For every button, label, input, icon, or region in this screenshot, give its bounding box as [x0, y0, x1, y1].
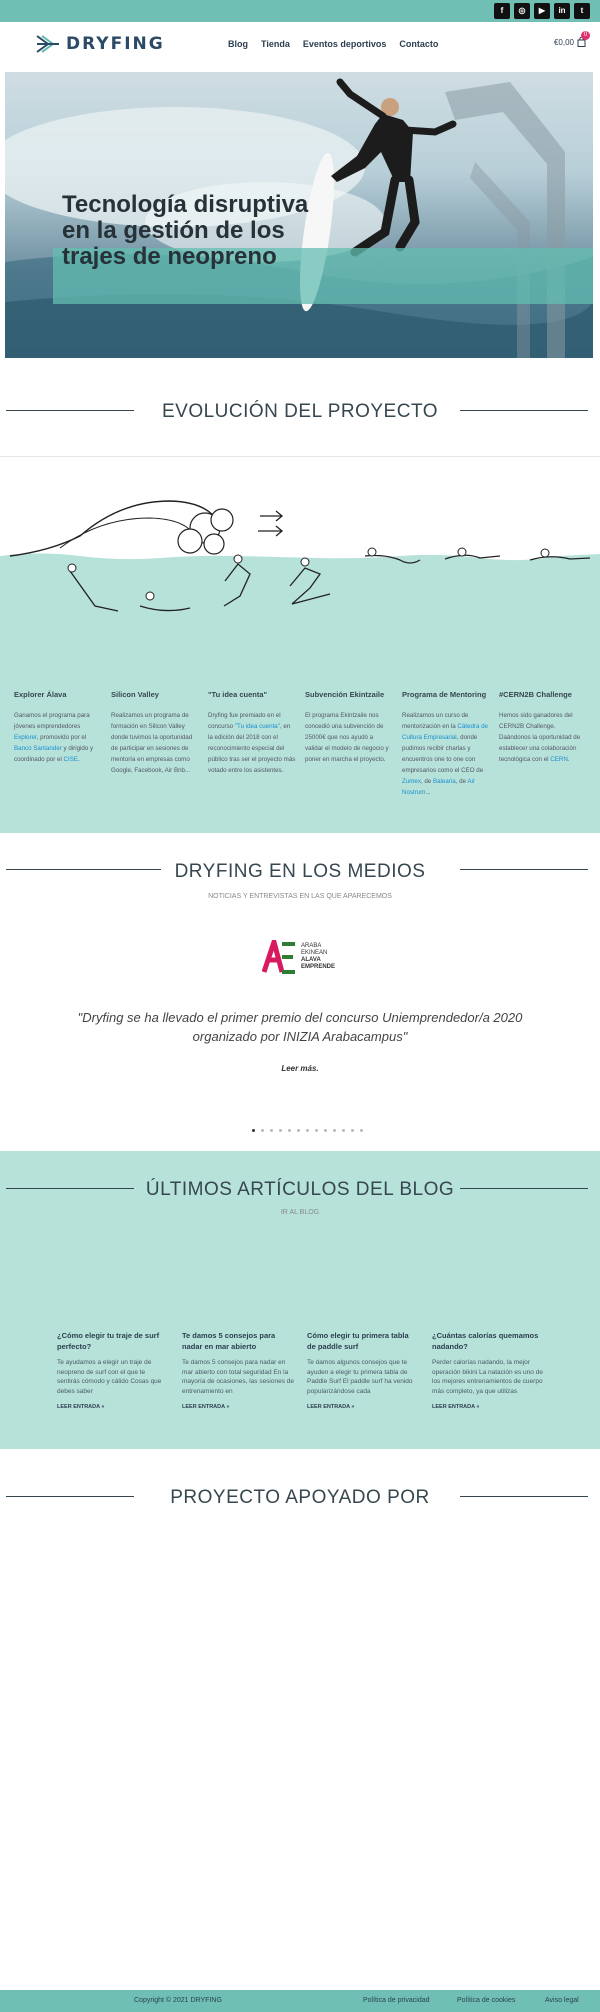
cart-button[interactable]: €0,00 0	[553, 31, 590, 47]
milestone-text: Realizamos un curso de mentorización en …	[402, 712, 488, 796]
post-title[interactable]: Cómo elegir tu primera tabla de paddle s…	[307, 1330, 419, 1352]
carousel-dot[interactable]	[288, 1129, 291, 1132]
cise-link[interactable]: CISE	[64, 756, 78, 763]
site-header: DRYFING Blog Tienda Eventos deportivos C…	[0, 22, 600, 72]
blog-post: Te damos 5 consejos para nadar en mar ab…	[182, 1330, 294, 1410]
carousel-dot[interactable]	[360, 1129, 363, 1132]
blog-post: Cómo elegir tu primera tabla de paddle s…	[307, 1330, 419, 1410]
site-footer: Copyright © 2021 DRYFING Política de pri…	[0, 1990, 600, 2012]
nav-blog[interactable]: Blog	[228, 39, 248, 49]
linkedin-icon[interactable]: in	[554, 3, 570, 19]
blog-post: ¿Cómo elegir tu traje de surf perfecto? …	[57, 1330, 169, 1410]
social-icons: f ◎ ▶ in t	[494, 3, 590, 19]
logo-text: DRYFING	[66, 34, 165, 54]
milestone-mentoring: Programa de Mentoring Realizamos un curs…	[402, 690, 490, 798]
milestone-ekintzaile: Subvención Ekintzaile El programa Ekintz…	[305, 690, 393, 765]
evolution-title: EVOLUCIÓN DEL PROYECTO	[161, 401, 438, 422]
twitter-icon[interactable]: t	[574, 3, 590, 19]
read-more-link[interactable]: Leer más.	[0, 1064, 600, 1073]
cart-count-badge: 0	[581, 31, 590, 40]
milestone-heading: Silicon Valley	[111, 690, 159, 699]
evolution-section	[0, 456, 600, 833]
copyright-text: Copyright © 2021 DRYFING	[134, 1997, 222, 2004]
alava-emprende-mark-icon	[262, 940, 295, 974]
media-subtitle: NOTICIAS Y ENTREVISTAS EN LAS QUE APAREC…	[208, 893, 392, 900]
milestone-text: Realizamos un programa de formación en S…	[111, 712, 193, 774]
milestone-text: Dryfing fue premiado en el concurso "Tu …	[208, 712, 296, 774]
nav-contacto[interactable]: Contacto	[399, 39, 438, 49]
post-excerpt: Te damos algunos consejos que te ayuden …	[307, 1359, 413, 1395]
milestone-text: Hemos sido ganadores del CERN2B Challeng…	[499, 712, 581, 763]
read-post-link[interactable]: LEER ENTRADA »	[432, 1404, 544, 1410]
blog-link[interactable]: IR AL BLOG	[0, 1209, 600, 1216]
hero-title: Tecnología disruptiva en la gestión de l…	[62, 191, 309, 270]
milestone-heading: Programa de Mentoring	[402, 690, 487, 699]
alava-emprende-logo[interactable]: ARABA EKINEAN ALAVA EMPRENDE	[262, 940, 335, 974]
milestone-heading: Subvención Ekintzaile	[305, 690, 385, 699]
explorer-link[interactable]: Explorer	[14, 734, 37, 741]
carousel-dot[interactable]	[270, 1129, 273, 1132]
media-quote: "Dryfing se ha llevado el primer premio …	[77, 1010, 523, 1044]
facebook-icon[interactable]: f	[494, 3, 510, 19]
balearia-link[interactable]: Balearia	[433, 778, 456, 785]
evolution-illustration	[0, 500, 600, 833]
carousel-dots	[252, 1129, 363, 1132]
carousel-dot[interactable]	[351, 1129, 354, 1132]
nav-tienda[interactable]: Tienda	[261, 39, 290, 49]
milestone-heading: #CERN2B Challenge	[499, 690, 572, 699]
support-title: PROYECTO APOYADO POR	[170, 1487, 430, 1508]
youtube-icon[interactable]: ▶	[534, 3, 550, 19]
post-title[interactable]: Te damos 5 consejos para nadar en mar ab…	[182, 1330, 294, 1352]
read-post-link[interactable]: LEER ENTRADA »	[182, 1404, 294, 1410]
nav-eventos[interactable]: Eventos deportivos	[303, 39, 387, 49]
carousel-dot[interactable]	[333, 1129, 336, 1132]
logo-arrow-icon	[36, 35, 59, 53]
top-bar: f ◎ ▶ in t	[0, 0, 600, 22]
zumex-link[interactable]: Zumex	[402, 778, 421, 785]
read-post-link[interactable]: LEER ENTRADA »	[57, 1404, 169, 1410]
milestone-heading: Explorer Álava	[14, 690, 67, 699]
milestone-cern2b: #CERN2B Challenge Hemos sido ganadores d…	[499, 690, 587, 765]
carousel-dot[interactable]	[279, 1129, 282, 1132]
blog-title: ÚLTIMOS ARTÍCULOS DEL BLOG	[145, 1179, 455, 1200]
blog-post: ¿Cuántas calorías quemamos nadando? Perd…	[432, 1330, 544, 1410]
milestone-silicon-valley: Silicon Valley Realizamos un programa de…	[111, 690, 199, 776]
carousel-dot[interactable]	[342, 1129, 345, 1132]
milestone-text: Ganamos el programa para jóvenes emprend…	[14, 712, 94, 763]
milestone-explorer: Explorer Álava Ganamos el programa para …	[14, 690, 102, 765]
carousel-dot[interactable]	[306, 1129, 309, 1132]
tu-idea-cuenta-link[interactable]: "Tu idea cuenta"	[235, 723, 280, 730]
legal-link[interactable]: Aviso legal	[545, 1997, 579, 2004]
milestone-heading: "Tu idea cuenta"	[208, 690, 268, 699]
post-excerpt: Perder calorías nadando, la mejor operac…	[432, 1359, 543, 1395]
milestone-text: El programa Ekintzaile nos concedió una …	[305, 712, 389, 763]
privacy-link[interactable]: Política de privacidad	[363, 1997, 430, 2004]
main-nav: Blog Tienda Eventos deportivos Contacto	[228, 39, 438, 49]
carousel-dot[interactable]	[252, 1129, 255, 1132]
cookies-link[interactable]: Política de cookies	[457, 1997, 515, 2004]
alava-emprende-text: ARABA EKINEAN ALAVA EMPRENDE	[301, 943, 336, 970]
hero-banner: Tecnología disruptiva en la gestión de l…	[5, 72, 593, 358]
read-post-link[interactable]: LEER ENTRADA »	[307, 1404, 419, 1410]
milestone-tu-idea-cuenta: "Tu idea cuenta" Dryfing fue premiado en…	[208, 690, 296, 776]
cart-amount: €0,00	[553, 37, 574, 47]
santander-link[interactable]: Banco Santander	[14, 745, 62, 752]
cern-link[interactable]: CERN	[550, 756, 568, 763]
carousel-dot[interactable]	[324, 1129, 327, 1132]
instagram-icon[interactable]: ◎	[514, 3, 530, 19]
carousel-dot[interactable]	[297, 1129, 300, 1132]
post-excerpt: Te ayudamos a elegir un traje de neopren…	[57, 1359, 162, 1395]
carousel-dot[interactable]	[261, 1129, 264, 1132]
post-excerpt: Te damos 5 consejos para nadar en mar ab…	[182, 1359, 295, 1395]
post-title[interactable]: ¿Cómo elegir tu traje de surf perfecto?	[57, 1330, 169, 1352]
media-title: DRYFING EN LOS MEDIOS	[174, 861, 426, 882]
carousel-dot[interactable]	[315, 1129, 318, 1132]
post-title[interactable]: ¿Cuántas calorías quemamos nadando?	[432, 1330, 544, 1352]
site-logo[interactable]: DRYFING	[36, 34, 165, 54]
